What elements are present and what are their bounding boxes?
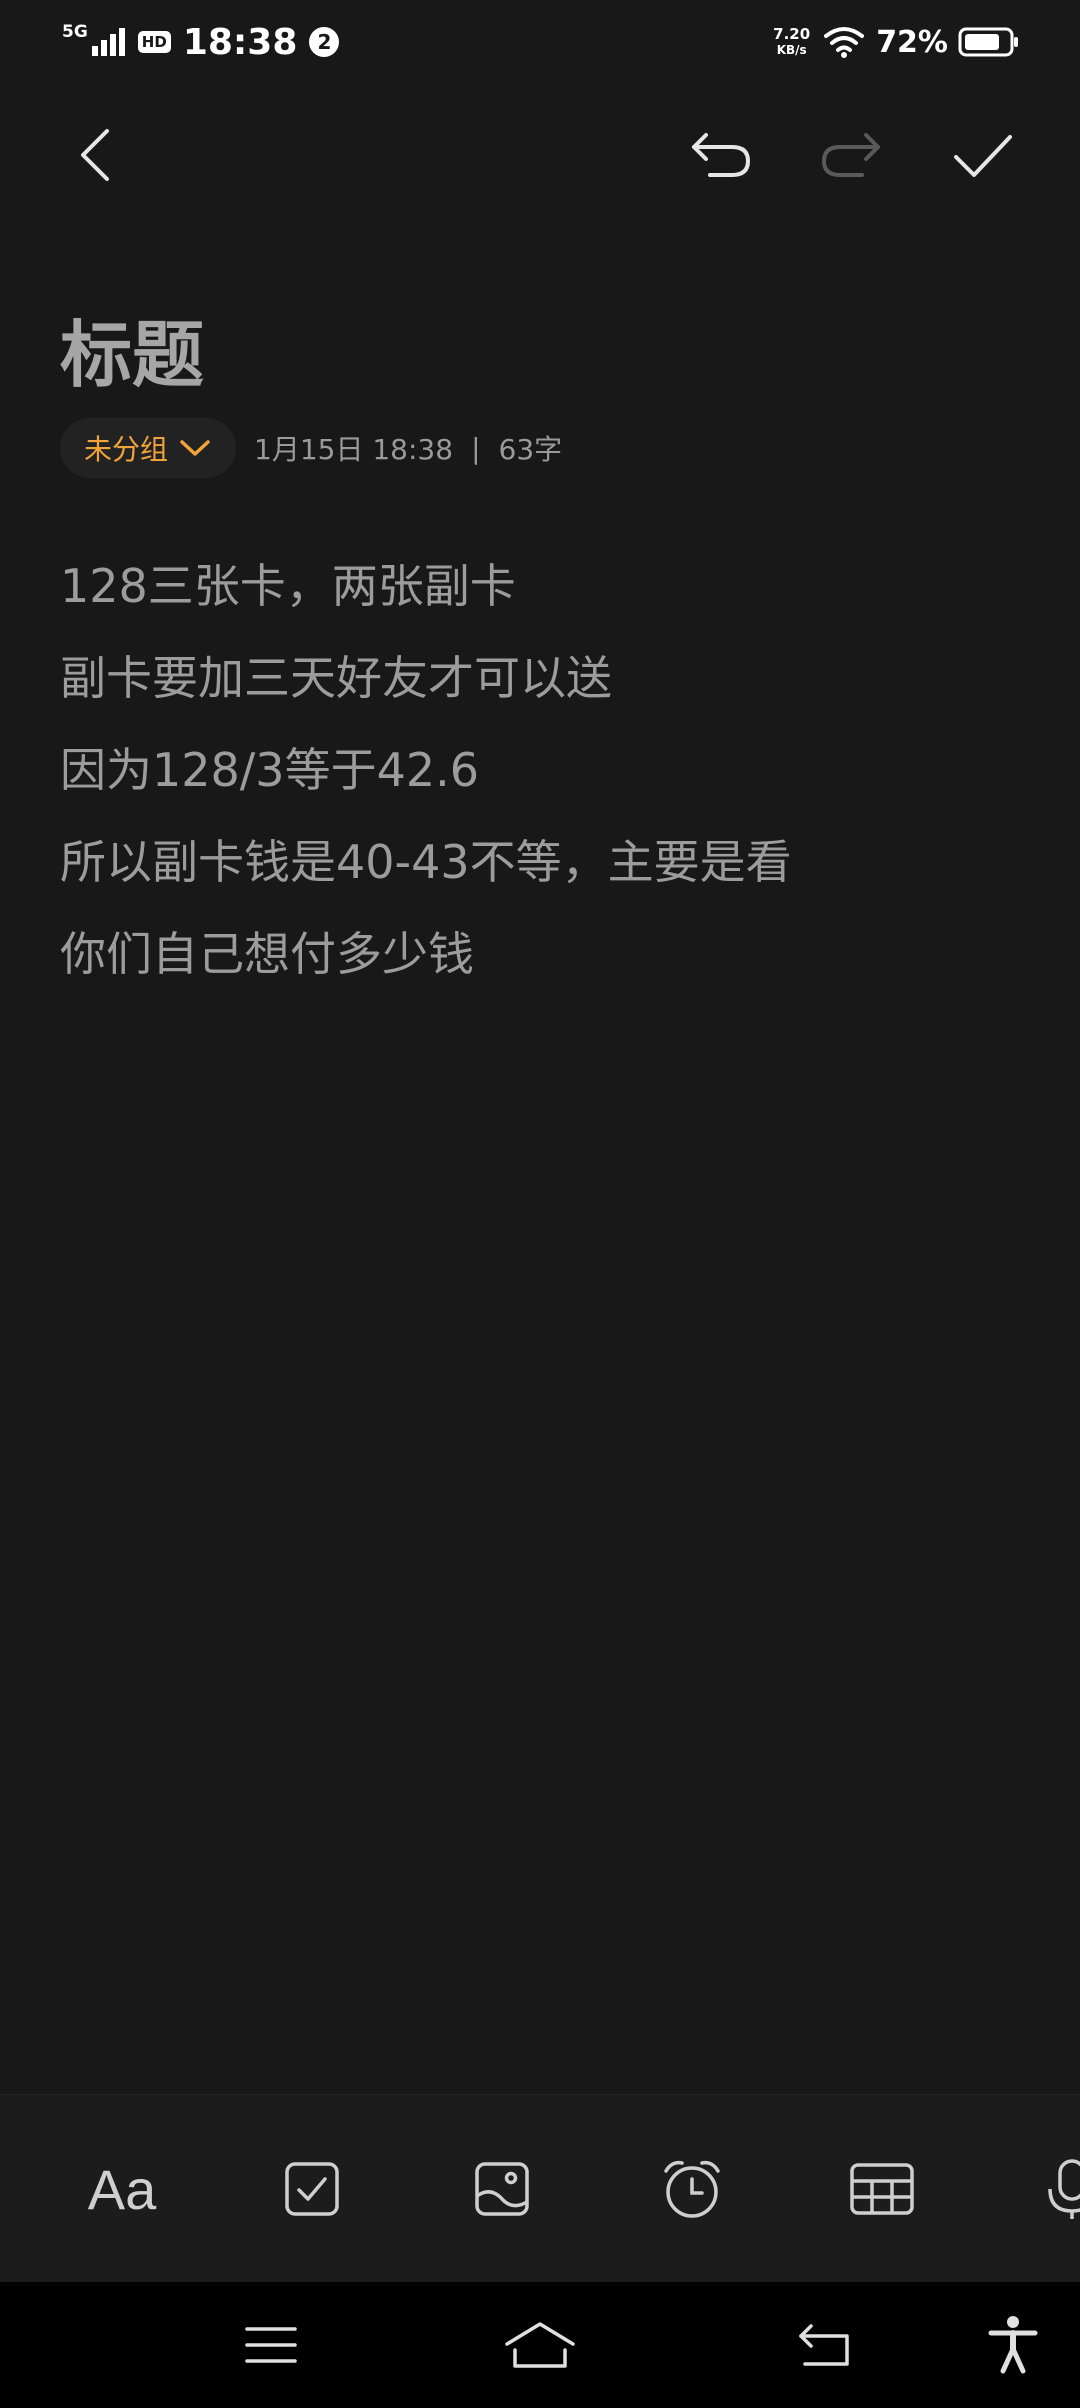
battery-icon xyxy=(958,27,1018,57)
note-body[interactable]: 128三张卡，两张副卡 副卡要加三天好友才可以送 因为128/3等于42.6 所… xyxy=(60,540,1020,1000)
home-icon xyxy=(505,2322,575,2368)
back-button[interactable] xyxy=(50,110,140,200)
home-button[interactable] xyxy=(495,2300,585,2390)
note-title[interactable]: 标题 xyxy=(60,296,204,401)
signal-icon xyxy=(91,28,125,56)
note-line: 你们自己想付多少钱 xyxy=(60,927,474,981)
text-style-button[interactable]: Aa xyxy=(72,2139,172,2239)
notification-count-badge: 2 xyxy=(309,27,340,57)
note-line: 副卡要加三天好友才可以送 xyxy=(60,651,612,705)
back-arrow-icon xyxy=(799,2324,849,2366)
group-selector[interactable]: 未分组 xyxy=(60,418,237,478)
status-left: 5G HD 18:38 2 xyxy=(62,18,340,66)
clock: 18:38 xyxy=(182,21,298,63)
microphone-icon xyxy=(1048,2159,1080,2219)
status-right: 7.20 KB/s 72% xyxy=(773,18,1020,66)
group-label: 未分组 xyxy=(84,433,169,466)
network-type: 5G xyxy=(62,22,88,42)
accessibility-icon xyxy=(988,2316,1038,2374)
network-speed: 7.20 KB/s xyxy=(773,26,810,58)
note-datetime: 1月15日 18:38 xyxy=(254,433,454,466)
back-nav-button[interactable] xyxy=(780,2300,870,2390)
battery-percentage: 72% xyxy=(876,24,948,60)
reminder-button[interactable] xyxy=(642,2139,742,2239)
text-style-icon: Aa xyxy=(87,2157,157,2221)
insert-table-button[interactable] xyxy=(832,2139,932,2239)
wifi-icon xyxy=(824,27,865,58)
insert-image-button[interactable] xyxy=(452,2139,552,2239)
editor-toolbar xyxy=(0,110,1080,200)
note-meta: 未分组 1月15日 18:38 | 63字 xyxy=(60,418,562,478)
checkbox-icon xyxy=(285,2162,339,2216)
table-icon xyxy=(850,2163,914,2215)
check-icon xyxy=(954,135,1012,177)
done-button[interactable] xyxy=(938,110,1028,200)
word-count: 63字 xyxy=(498,433,563,466)
speed-value: 7.20 xyxy=(773,25,811,43)
note-line: 因为128/3等于42.6 xyxy=(60,743,479,797)
note-line: 128三张卡，两张副卡 xyxy=(60,559,516,613)
format-toolbar: Aa xyxy=(0,2094,1080,2283)
note-line: 所以副卡钱是40-43不等，主要是看 xyxy=(60,835,792,889)
accessibility-button[interactable] xyxy=(968,2300,1058,2390)
recent-apps-button[interactable] xyxy=(226,2300,316,2390)
hd-badge: HD xyxy=(137,31,171,53)
redo-icon xyxy=(821,133,880,177)
chevron-left-icon xyxy=(81,129,109,181)
note-editor-screen: 5G HD 18:38 2 7.20 KB/s 72% 标题 未分组 1月15日… xyxy=(0,0,1080,2408)
chevron-down-icon xyxy=(180,440,210,456)
undo-button[interactable] xyxy=(676,110,766,200)
status-bar: 5G HD 18:38 2 7.20 KB/s 72% xyxy=(0,0,1080,84)
image-icon xyxy=(475,2162,529,2216)
alarm-clock-icon xyxy=(664,2160,720,2218)
menu-icon xyxy=(245,2327,297,2363)
undo-icon xyxy=(692,133,751,177)
redo-button[interactable] xyxy=(806,110,896,200)
meta-separator: | xyxy=(471,431,481,465)
system-nav-bar xyxy=(0,2282,1080,2408)
checklist-button[interactable] xyxy=(262,2139,362,2239)
voice-input-button[interactable] xyxy=(1022,2139,1080,2239)
speed-unit: KB/s xyxy=(776,43,807,57)
